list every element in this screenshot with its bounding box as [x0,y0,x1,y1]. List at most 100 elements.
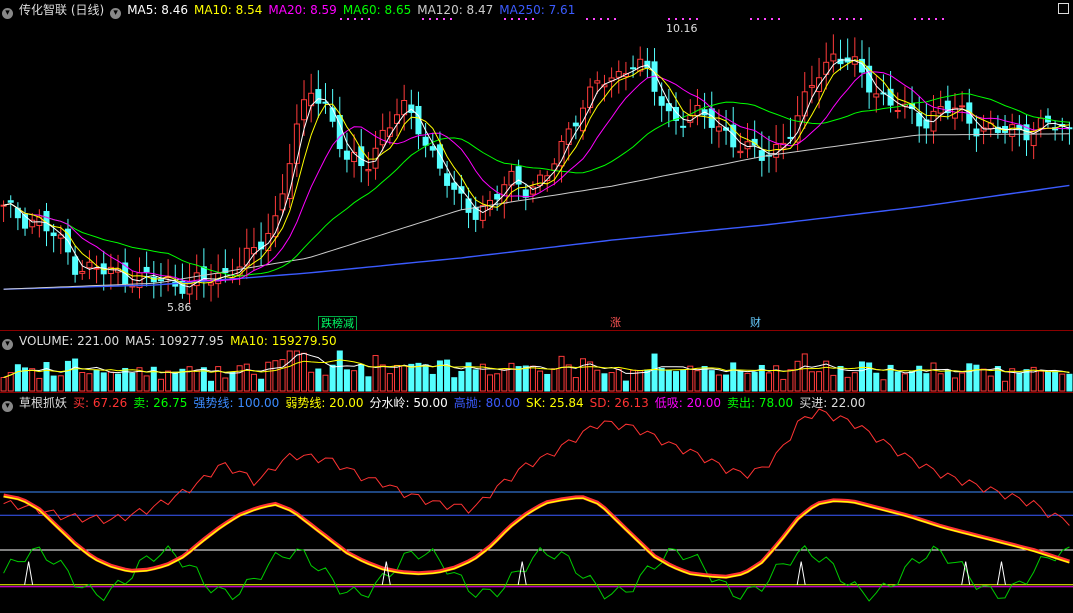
signal-dot [846,18,848,20]
buy-signal-spike [961,561,971,585]
low-price-label: 5.86 [167,301,192,314]
volume-menu-icon[interactable]: ▾ [2,339,13,350]
volume-bar [494,373,501,392]
volume-bar [50,375,57,392]
buy-signal-spike [381,561,391,585]
volume-panel[interactable]: ▾ VOLUME: 221.00 MA5: 109277.95 MA10: 15927… [0,331,1073,393]
indicator-legend-item-11: 买进: 22.00 [799,396,866,410]
volume-bar [873,372,880,392]
candle-body [866,65,873,93]
volume-bar [486,374,494,392]
volume-bar [615,368,622,392]
volume-bar [172,371,179,392]
candle-body [0,204,7,207]
candle-body [894,109,901,112]
volume-legend-item-2: MA10: 159279.50 [230,334,337,348]
signal-dot [668,18,670,20]
candle-body [379,129,386,146]
candle-body [615,71,622,78]
candle-body [873,93,880,98]
volume-bar [265,361,272,392]
event-tag-3[interactable]: 财 [748,316,763,329]
candle-body [86,261,93,269]
volume-bar [329,364,336,392]
volume-bar [522,365,529,392]
candle-body [436,144,443,169]
volume-bar [551,368,558,392]
candle-body [959,105,966,108]
candle-body [572,122,579,127]
volume-bar [544,373,551,392]
volume-bar [715,374,722,392]
volume-bar [1066,373,1073,392]
candle-body [715,126,722,132]
price-panel[interactable]: ▾ 传化智联 (日线) ▾ MA5: 8.46 MA10: 8.54 MA20: 8.59… [0,0,1073,330]
candle-body [157,279,164,282]
volume-bar [694,370,701,392]
volume-bar [951,377,958,392]
volume-bar [579,358,587,392]
volume-bar [608,372,615,392]
volume-bar [830,374,837,392]
candle-body [451,182,458,190]
signal-dot [942,18,944,20]
volume-bar [379,364,386,392]
volume-bar [243,363,250,392]
volume-bar [165,370,172,392]
volume-bar [565,364,572,392]
volume-bar [780,378,787,392]
indicator-legend: 草根抓妖 买: 67.26 卖: 26.75 强势线: 100.00 弱势线: 20.0… [19,396,871,410]
indicator-panel[interactable]: ▾ 草根抓妖 买: 67.26 卖: 26.75 强势线: 100.00 弱势线: 20.… [0,393,1073,613]
volume-bar [730,362,737,392]
volume-bar [858,361,865,392]
signal-dot [853,18,855,20]
volume-bar [301,352,308,392]
candle-body [558,140,565,167]
volume-bar [537,370,544,392]
indicator-panel-menu-icon[interactable]: ▾ [2,401,13,412]
signal-dot [696,18,698,20]
volume-bar [923,373,930,392]
volume-bar [808,371,815,392]
volume-bar [72,358,79,392]
indicator-legend-item-3: 强势线: 100.00 [193,396,280,410]
volume-bar [672,371,679,392]
volume-bar [115,373,122,392]
volume-bar [501,368,508,392]
volume-bar [1059,373,1066,392]
volume-bar [637,370,644,392]
volume-bar [365,376,372,392]
volume-bar [79,371,86,392]
candle-body [7,200,14,203]
volume-bar [472,369,479,392]
signal-dot [832,18,834,20]
volume-bar [372,355,379,392]
candle-body [737,150,744,154]
price-chart [0,18,1073,305]
volume-bar [1016,372,1023,392]
volume-bar [272,360,279,392]
volume-bar [0,377,7,392]
volume-bar [665,369,672,392]
indicator-legend-item-4: 弱势线: 20.00 [285,396,364,410]
event-tag-1[interactable]: 跌榜减 [318,316,357,330]
volume-bar [36,377,43,392]
volume-bar [64,360,71,392]
volume-bar [909,370,916,392]
event-tag-2[interactable]: 涨 [608,316,623,329]
ma120-line [3,133,1070,290]
ma-legend-item-5: MA250: 7.61 [499,3,576,17]
volume-bar [701,366,708,392]
collapse-caret-icon[interactable]: ▾ [2,8,13,19]
indicator-menu-icon[interactable]: ▾ [110,8,122,19]
volume-bar [823,360,830,392]
volume-bar [129,372,136,392]
volume-bar [1023,369,1030,392]
indicator-chart [0,408,1073,602]
candle-body [937,106,944,114]
stock-title: 传化智联 (日线) [19,3,105,17]
ma-legend-item-2: MA20: 8.59 [268,3,337,17]
candle-body [494,193,501,200]
candle-body [444,173,451,186]
volume-bar [737,370,744,392]
